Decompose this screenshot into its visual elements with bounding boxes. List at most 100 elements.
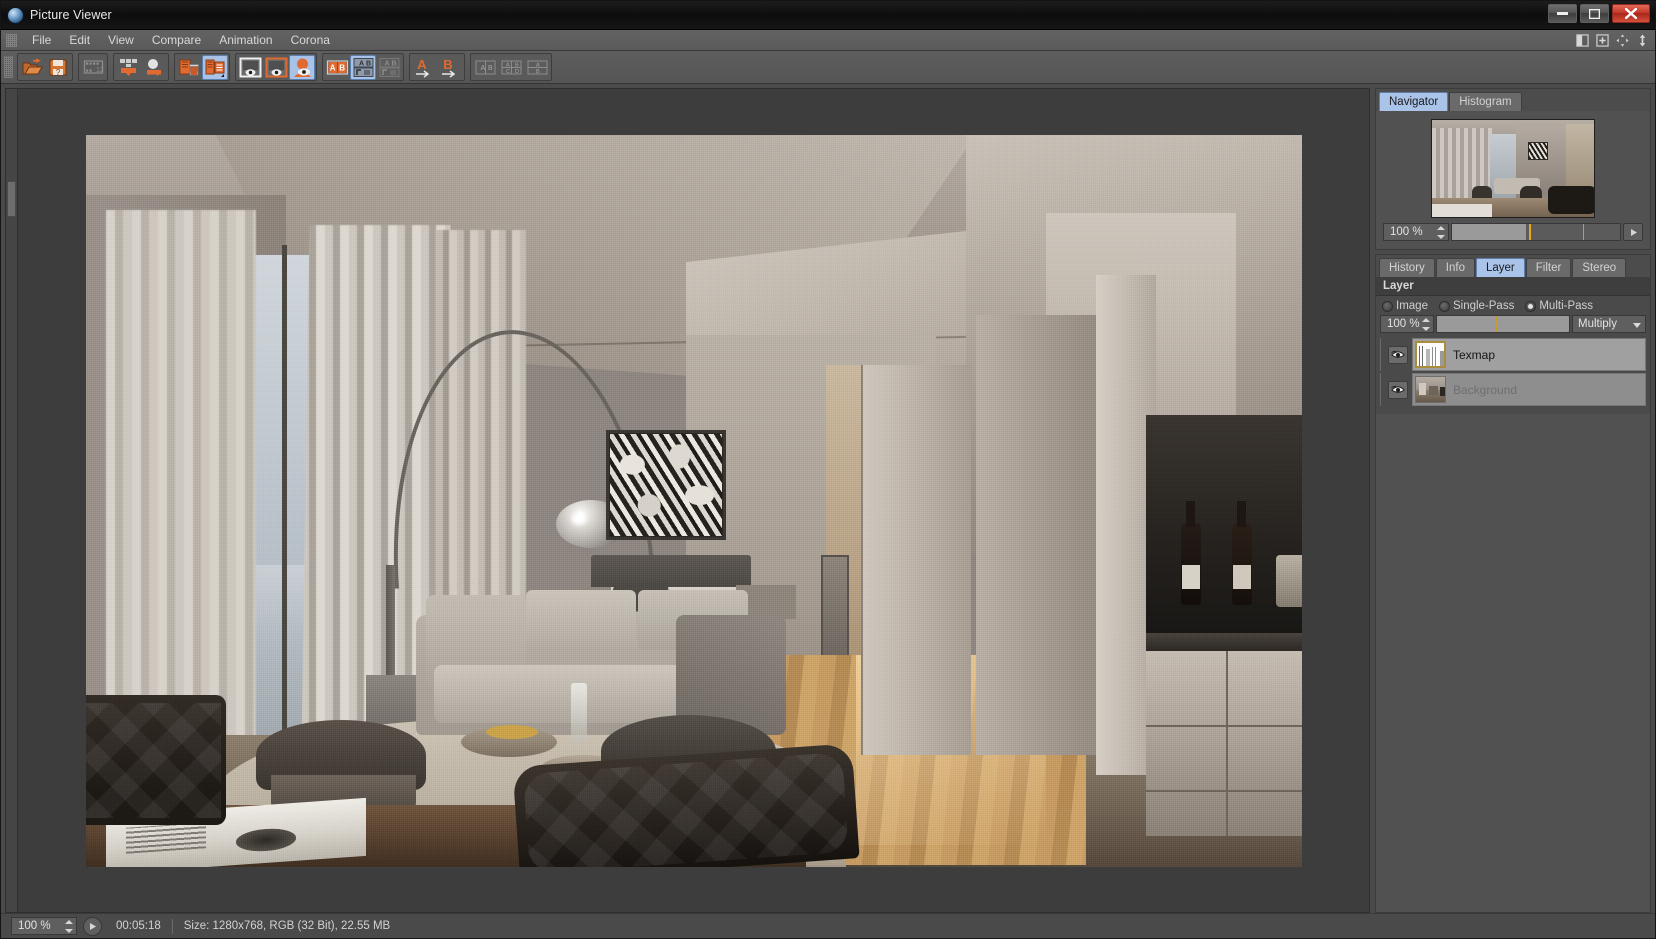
- compare-ab-disabled-icon[interactable]: A B: [376, 55, 402, 80]
- toolbar-grip-handle[interactable]: [4, 56, 13, 78]
- radio-multi-pass[interactable]: [1525, 300, 1537, 312]
- layer-visibility-toggle[interactable]: [1388, 380, 1408, 399]
- tab-navigator[interactable]: Navigator: [1379, 92, 1449, 111]
- navigator-content: 100 %: [1376, 111, 1650, 249]
- navigator-zoom-spinner[interactable]: [1437, 226, 1445, 239]
- svg-text:C: C: [506, 69, 510, 75]
- status-play-button[interactable]: [83, 916, 102, 936]
- status-divider: [171, 918, 173, 934]
- svg-text:?: ?: [55, 68, 60, 77]
- load-frames-icon[interactable]: [115, 55, 141, 80]
- render-time: 00:05:18: [116, 920, 161, 932]
- svg-text:A: A: [417, 57, 427, 72]
- tab-histogram[interactable]: Histogram: [1449, 92, 1522, 111]
- filmstrip-icon[interactable]: 12: [80, 55, 106, 80]
- svg-text:12: 12: [96, 67, 104, 74]
- toolbar-group-set-ab: A B: [409, 53, 465, 81]
- navigator-zoom-row: 100 %: [1383, 223, 1643, 241]
- svg-text:B: B: [488, 65, 493, 72]
- navigator-zoom-slider[interactable]: [1451, 223, 1621, 241]
- svg-text:B: B: [443, 57, 452, 72]
- menu-item-compare[interactable]: Compare: [143, 32, 210, 48]
- eye-icon: [1391, 350, 1405, 358]
- tab-info[interactable]: Info: [1435, 258, 1475, 277]
- blend-mode-select[interactable]: Multiply: [1572, 315, 1646, 333]
- resize-vertical-icon[interactable]: [1636, 33, 1649, 47]
- layer-opacity-slider[interactable]: [1436, 315, 1570, 333]
- load-object-icon[interactable]: [141, 55, 167, 80]
- layout-ab-icon[interactable]: A B: [472, 55, 498, 80]
- texmap-thumb: [1415, 341, 1446, 368]
- layer-row[interactable]: Background: [1380, 373, 1646, 406]
- layer-visibility-toggle[interactable]: [1388, 345, 1408, 364]
- view-ab-icon[interactable]: [289, 54, 315, 80]
- toolbar-group-layout: A B A B C D A B: [470, 53, 552, 81]
- tab-stereo[interactable]: Stereo: [1572, 258, 1627, 277]
- compare-ab-swap-icon[interactable]: A B: [350, 54, 376, 80]
- viewer-vertical-scrollbar[interactable]: [6, 89, 18, 912]
- save-file-icon[interactable]: ?: [45, 55, 71, 80]
- window-title: Picture Viewer: [30, 8, 112, 22]
- move-icon[interactable]: [1616, 33, 1629, 47]
- layout-stack-icon[interactable]: A B: [524, 55, 550, 80]
- radio-image[interactable]: [1382, 300, 1393, 312]
- svg-text:A: A: [359, 60, 364, 67]
- scrollbar-thumb[interactable]: [7, 181, 16, 217]
- svg-text:A: A: [480, 65, 485, 72]
- menu-item-view[interactable]: View: [99, 32, 143, 48]
- navigator-tabs: Navigator Histogram: [1376, 89, 1650, 111]
- navigator-play-button[interactable]: [1623, 223, 1643, 241]
- layer-panel: History Info Layer Filter Stereo Layer I…: [1375, 254, 1651, 913]
- menu-item-corona[interactable]: Corona: [282, 32, 339, 48]
- open-file-icon[interactable]: [19, 55, 45, 80]
- set-a-icon[interactable]: A: [411, 55, 437, 80]
- image-canvas[interactable]: [18, 89, 1369, 912]
- svg-text:B: B: [391, 60, 396, 67]
- picture-viewer-window: Picture Viewer File Edit View Compare An…: [0, 0, 1656, 939]
- layer-name: Texmap: [1453, 347, 1496, 362]
- background-thumb: [1415, 376, 1446, 403]
- toolbar-group-load: [113, 53, 169, 81]
- tab-filter[interactable]: Filter: [1525, 258, 1572, 277]
- layer-opacity-input[interactable]: 100 %: [1380, 315, 1434, 333]
- radio-single-pass[interactable]: [1438, 300, 1450, 312]
- menu-bar-right-controls: [1576, 33, 1649, 47]
- radio-single-pass-label: Single-Pass: [1452, 300, 1515, 312]
- navigator-zoom-input[interactable]: 100 %: [1383, 223, 1449, 241]
- view-a-icon[interactable]: [237, 55, 263, 80]
- split-layout-icon[interactable]: [1576, 33, 1589, 47]
- layer-item-texmap[interactable]: Texmap: [1412, 338, 1646, 371]
- layer-item-background[interactable]: Background: [1412, 373, 1646, 406]
- layer-mode-radios: Image Single-Pass Multi-Pass: [1376, 296, 1650, 315]
- menu-item-animation[interactable]: Animation: [210, 32, 281, 48]
- status-bar: 100 % 00:05:18 Size: 1280x768, RGB (32 B…: [1, 913, 1655, 938]
- status-zoom-input[interactable]: 100 %: [11, 917, 77, 935]
- keep-frames-icon[interactable]: [202, 54, 228, 80]
- menu-item-edit[interactable]: Edit: [60, 32, 99, 48]
- eye-icon: [1391, 385, 1405, 393]
- layer-opacity-spinner[interactable]: [1422, 318, 1430, 331]
- tab-history[interactable]: History: [1379, 258, 1435, 277]
- layer-row[interactable]: Texmap: [1380, 338, 1646, 371]
- layout-grid-icon[interactable]: A B C D: [498, 55, 524, 80]
- menu-item-file[interactable]: File: [23, 32, 60, 48]
- set-b-icon[interactable]: B: [437, 55, 463, 80]
- radio-image-label: Image: [1396, 300, 1428, 312]
- maximize-button[interactable]: [1580, 4, 1609, 23]
- minimize-button[interactable]: [1548, 4, 1577, 23]
- view-b-icon[interactable]: [263, 55, 289, 80]
- layer-panel-tabs: History Info Layer Filter Stereo: [1376, 255, 1650, 277]
- tab-layer[interactable]: Layer: [1475, 258, 1525, 277]
- add-panel-icon[interactable]: [1596, 33, 1609, 47]
- status-zoom-spinner[interactable]: [65, 920, 73, 933]
- delete-frames-icon[interactable]: [176, 55, 202, 80]
- app-sphere-icon: [8, 7, 23, 23]
- compare-ab-icon[interactable]: A B: [324, 55, 350, 80]
- menu-grip-handle[interactable]: [6, 33, 17, 47]
- svg-text:B: B: [515, 62, 519, 68]
- main-body: Navigator Histogram 100 % History Info L…: [1, 84, 1655, 913]
- close-button[interactable]: [1612, 4, 1650, 23]
- navigator-thumbnail[interactable]: [1431, 119, 1595, 218]
- layer-indent: [1380, 338, 1388, 371]
- right-panel: Navigator Histogram 100 % History Info L…: [1375, 88, 1651, 913]
